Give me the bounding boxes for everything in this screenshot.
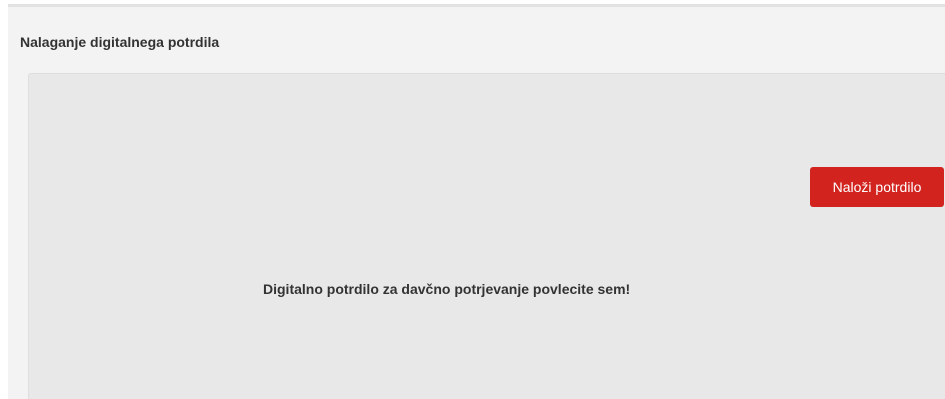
dropzone-instruction: Digitalno potrdilo za davčno potrjevanje… (263, 281, 631, 297)
certificate-upload-panel: Nalaganje digitalnega potrdila Naloži po… (8, 4, 945, 399)
page: Nalaganje digitalnega potrdila Naloži po… (0, 0, 945, 399)
certificate-dropzone[interactable]: Naloži potrdilo Digitalno potrdilo za da… (28, 73, 945, 399)
upload-certificate-button[interactable]: Naloži potrdilo (810, 167, 944, 207)
panel-title: Nalaganje digitalnega potrdila (20, 34, 220, 50)
